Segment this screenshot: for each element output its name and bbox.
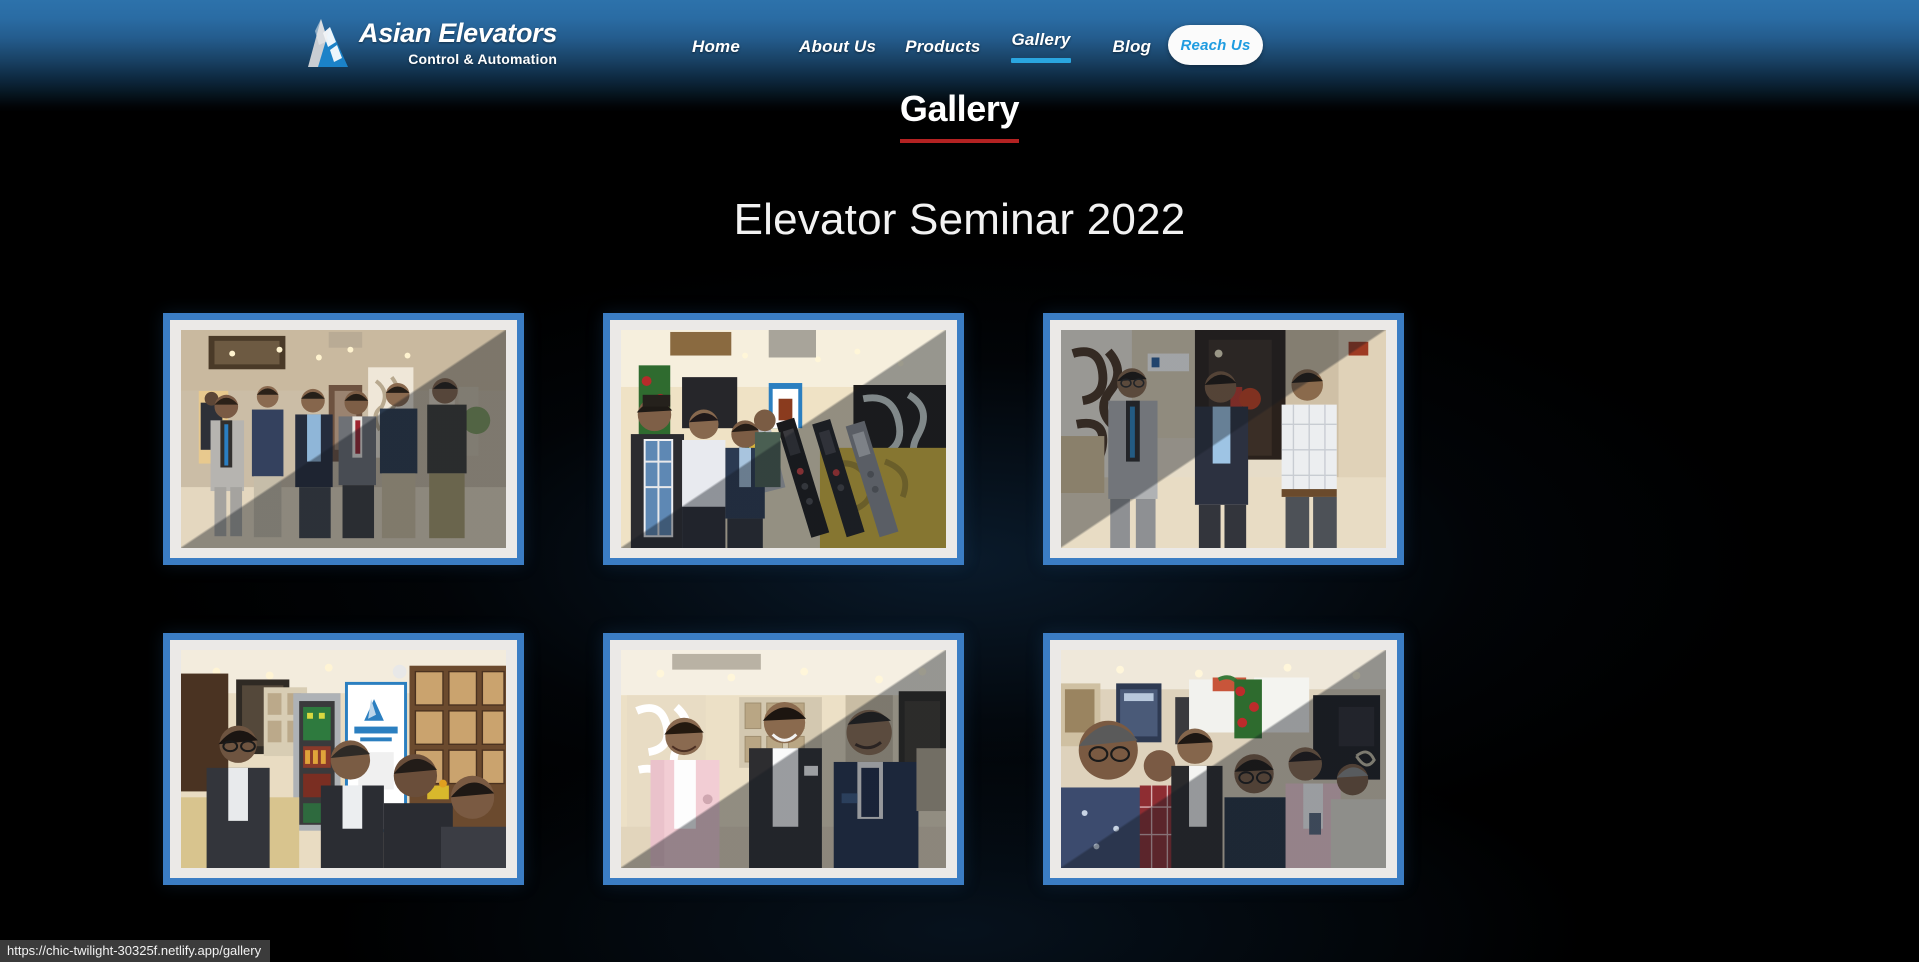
- gallery-item[interactable]: [163, 313, 524, 565]
- main-navigation: Home About Us Products Gallery Blog: [678, 24, 1151, 70]
- nav-item-gallery-label: Gallery: [1011, 30, 1071, 49]
- browser-status-bar-url: https://chic-twilight-30325f.netlify.app…: [0, 940, 271, 962]
- photo-mat: [610, 640, 957, 878]
- nav-item-blog[interactable]: Blog: [1113, 33, 1152, 61]
- nav-item-about-us[interactable]: About Us: [799, 33, 876, 61]
- header-inner: Asian Elevators Control & Automation Hom…: [0, 0, 1919, 92]
- gallery-photo-6: [1061, 650, 1386, 868]
- page-root: Asian Elevators Control & Automation Hom…: [0, 0, 1919, 962]
- photo-mat: [1050, 320, 1397, 558]
- page-title-block: Gallery: [0, 88, 1919, 143]
- photo-mat: [170, 640, 517, 878]
- site-logo[interactable]: Asian Elevators Control & Automation: [306, 14, 557, 72]
- nav-active-underline: [1011, 58, 1071, 63]
- gallery-item[interactable]: [603, 313, 964, 565]
- logo-subtitle: Control & Automation: [408, 51, 558, 67]
- nav-item-products[interactable]: Products: [905, 33, 980, 61]
- reach-us-button[interactable]: Reach Us: [1168, 25, 1263, 65]
- gallery-item[interactable]: [163, 633, 524, 885]
- triangle-mountain-logo-icon: [306, 17, 350, 69]
- gallery-photo-3: [1061, 330, 1386, 548]
- section-title: Elevator Seminar 2022: [733, 195, 1186, 244]
- gallery-photo-4: [181, 650, 506, 868]
- photo-mat: [610, 320, 957, 558]
- gallery-item[interactable]: [603, 633, 964, 885]
- photo-mat: [1050, 640, 1397, 878]
- gallery-photo-5: [621, 650, 946, 868]
- logo-title: Asian Elevators: [359, 18, 558, 48]
- gallery-item[interactable]: [1043, 633, 1404, 885]
- page-title: Gallery: [899, 88, 1020, 143]
- nav-item-home[interactable]: Home: [692, 33, 740, 61]
- gallery-photo-2: [621, 330, 946, 548]
- nav-item-gallery[interactable]: Gallery: [1011, 26, 1071, 63]
- gallery-item[interactable]: [1043, 313, 1404, 565]
- gallery-photo-1: [181, 330, 506, 548]
- gallery-grid: [163, 313, 1761, 885]
- logo-text: Asian Elevators Control & Automation: [359, 18, 558, 67]
- photo-mat: [170, 320, 517, 558]
